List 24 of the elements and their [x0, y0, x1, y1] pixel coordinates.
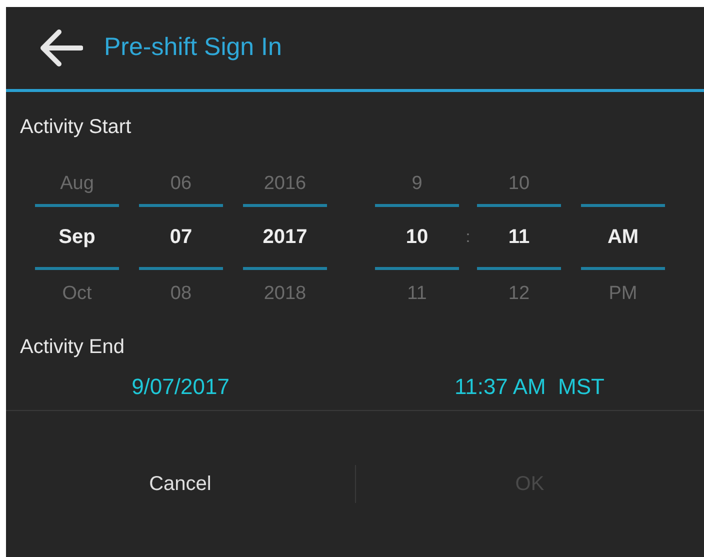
picker-option[interactable]: 06: [170, 170, 192, 198]
picker-option[interactable]: 2016: [264, 170, 306, 198]
picker-option[interactable]: PM: [608, 280, 638, 308]
picker-option[interactable]: 2018: [264, 280, 306, 308]
picker-value[interactable]: 07: [170, 222, 192, 252]
picker-option[interactable]: Aug: [60, 170, 94, 198]
picker-option[interactable]: 08: [170, 280, 192, 308]
section-label: Activity Start: [20, 116, 132, 138]
picker-option[interactable]: 12: [508, 280, 530, 308]
picker-option[interactable]: 9: [412, 170, 422, 198]
end-date: 9/07/2017: [130, 372, 230, 400]
end-time: 11:37 AM MST: [454, 372, 606, 400]
section-label: Activity End: [20, 336, 124, 358]
picker-option[interactable]: Oct: [62, 280, 92, 308]
picker-value[interactable]: 11: [508, 222, 530, 252]
picker-value[interactable]: Sep: [58, 222, 96, 252]
picker-value[interactable]: AM: [607, 222, 639, 252]
picker-option[interactable]: 10: [508, 170, 530, 198]
picker-option[interactable]: 11: [407, 280, 427, 308]
page-title: Pre-shift Sign In: [104, 32, 282, 64]
picker-value[interactable]: 2017: [262, 222, 308, 252]
picker-value[interactable]: 10: [406, 222, 428, 252]
time-separator: :: [466, 228, 470, 248]
dialog-button[interactable]: Cancel: [125, 465, 236, 503]
